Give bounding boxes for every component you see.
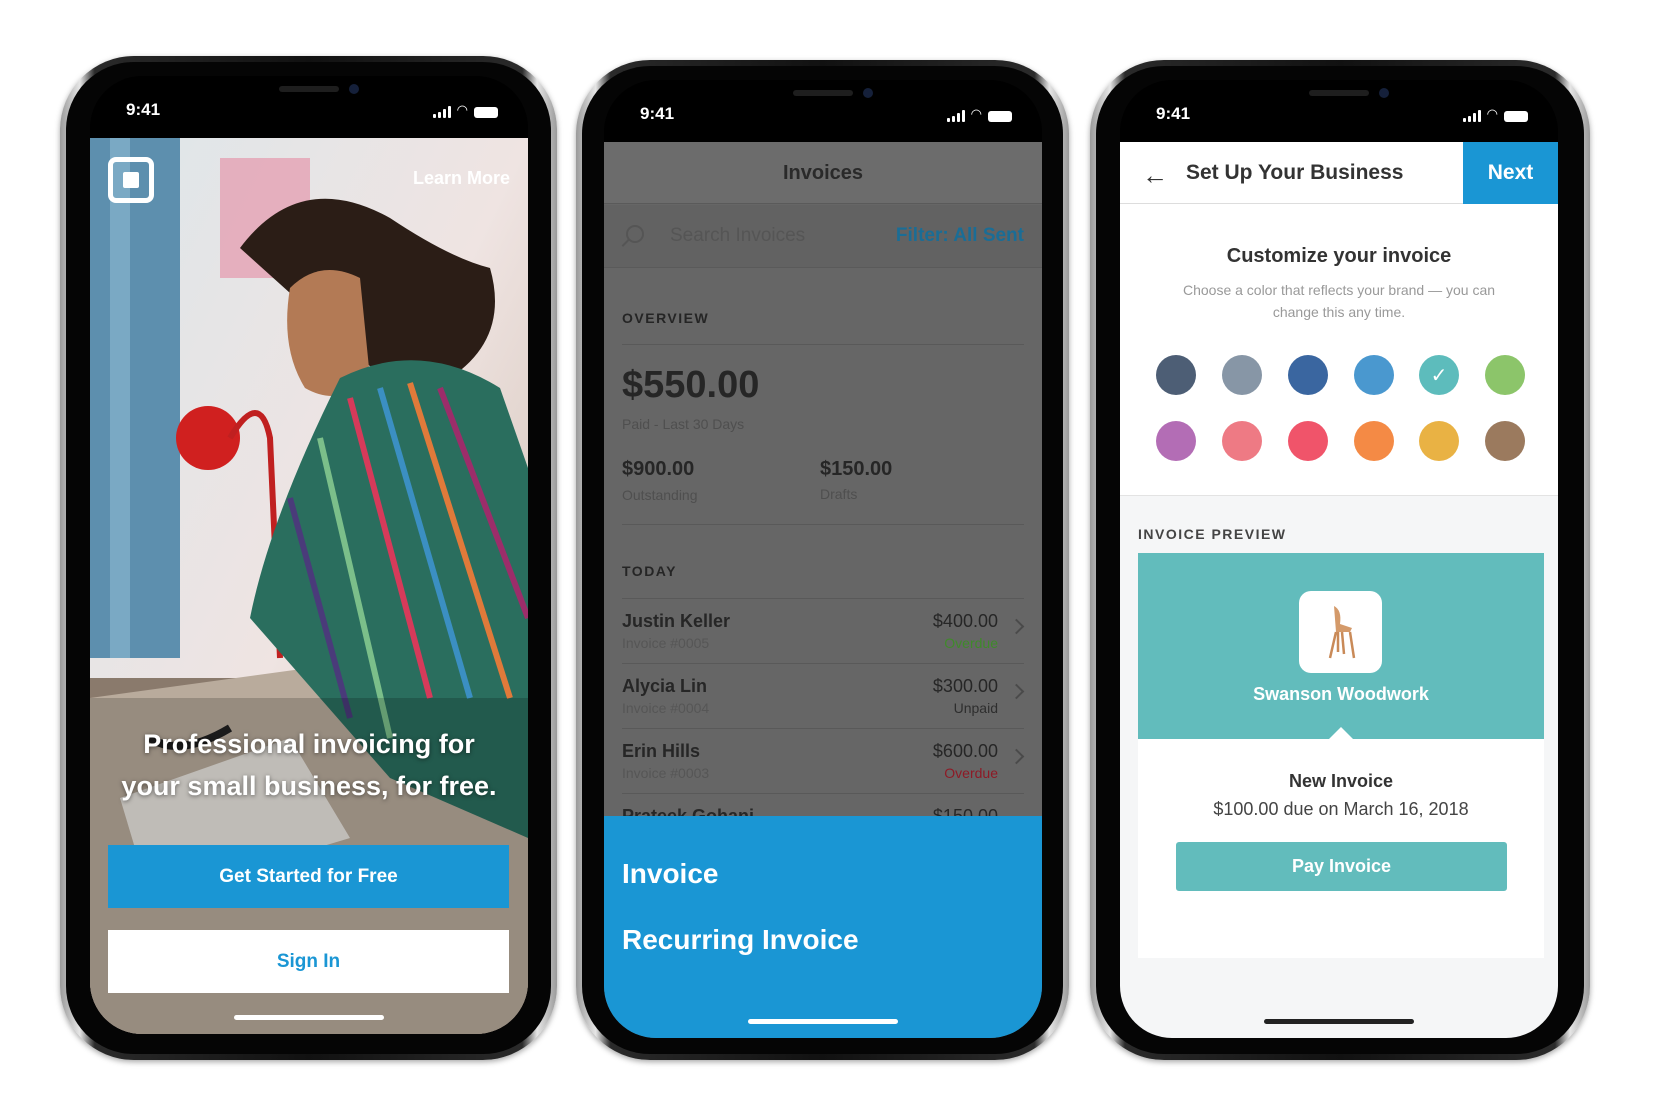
phone-screen-invoices: 9:41 ◠ Invoices Search Invoices Filter: … <box>604 80 1042 1038</box>
sign-in-button[interactable]: Sign In <box>108 930 509 993</box>
status-time: 9:41 <box>640 104 675 123</box>
phone-screen-setup: 9:41 ◠ ← Set Up Your Business Next Custo… <box>1120 80 1558 1038</box>
invoice-option[interactable]: Invoice <box>622 858 718 890</box>
status-icons: ◠ <box>432 102 498 118</box>
customer-name: Alycia Lin <box>622 676 708 696</box>
square-logo <box>108 157 154 203</box>
page-title: Invoices <box>604 142 1042 204</box>
phone-screen-welcome: 9:41 ◠ Learn More Professional invoicing… <box>90 76 528 1034</box>
color-swatch[interactable] <box>1354 355 1394 395</box>
drafts-label: Drafts <box>820 486 858 502</box>
chair-icon <box>1328 606 1355 659</box>
invoice-number: Invoice #0003 <box>622 765 710 781</box>
color-swatch[interactable] <box>1354 421 1394 461</box>
color-swatch[interactable] <box>1485 421 1525 461</box>
back-arrow-icon[interactable]: ← <box>1142 160 1168 191</box>
wifi-icon: ◠ <box>970 106 982 121</box>
color-swatch[interactable] <box>1156 421 1196 461</box>
signal-icon <box>432 106 451 118</box>
invoice-number: Invoice #0004 <box>622 700 710 716</box>
invoice-preview-card: Swanson Woodwork New Invoice $100.00 due… <box>1138 553 1544 958</box>
today-label: TODAY <box>622 563 677 579</box>
hero-headline: Professional invoicing for your small bus… <box>90 723 528 807</box>
color-swatch[interactable] <box>1419 421 1459 461</box>
wifi-icon: ◠ <box>456 102 468 117</box>
invoice-row[interactable]: Erin Hills Invoice #0003 $600.00 Overdue <box>622 729 1025 794</box>
notch <box>1229 80 1449 114</box>
signal-icon <box>946 110 965 122</box>
invoice-status: Overdue <box>944 765 998 781</box>
invoice-number: Invoice #0005 <box>622 635 710 651</box>
checkmark-icon: ✓ <box>1430 364 1448 387</box>
invoice-preview-label: INVOICE PREVIEW <box>1138 526 1287 542</box>
hero-line-2: your small business, for free. <box>121 771 497 801</box>
battery-icon <box>988 111 1012 122</box>
pay-invoice-button[interactable]: Pay Invoice <box>1176 842 1507 891</box>
color-swatch[interactable]: ✓ <box>1419 355 1459 395</box>
next-button[interactable]: Next <box>1463 142 1558 204</box>
get-started-button[interactable]: Get Started for Free <box>108 845 509 908</box>
overview-label: OVERVIEW <box>622 310 710 326</box>
paid-label: Paid - Last 30 Days <box>622 416 745 432</box>
invoice-amount: $400.00 <box>932 611 998 631</box>
invoice-row[interactable]: Justin Keller Invoice #0005 $400.00 Overdue <box>622 599 1025 664</box>
color-swatch[interactable] <box>1156 355 1196 395</box>
nav-header: ← Set Up Your Business Next <box>1120 142 1558 204</box>
status-time: 9:41 <box>126 100 161 119</box>
chevron-right-icon <box>1008 683 1025 700</box>
invoice-row[interactable]: Alycia Lin Invoice #0004 $300.00 Unpaid <box>622 664 1025 729</box>
invoice-status: Overdue <box>944 635 998 651</box>
chevron-right-icon <box>1008 748 1025 765</box>
search-icon <box>626 225 644 243</box>
battery-icon <box>474 107 498 118</box>
drafts-amount: $150.00 <box>820 458 893 480</box>
customer-name: Erin Hills <box>622 741 701 761</box>
chevron-right-icon <box>1008 618 1025 635</box>
invoice-amount: $600.00 <box>932 741 998 761</box>
signal-icon <box>1462 110 1481 122</box>
customize-subtitle: Choose a color that reflects your brand … <box>1182 282 1496 320</box>
outstanding-amount: $900.00 <box>622 458 695 480</box>
color-swatch[interactable] <box>1222 355 1262 395</box>
home-indicator[interactable] <box>1264 1019 1414 1024</box>
business-logo <box>1299 591 1382 673</box>
hero-line-1: Professional invoicing for <box>143 729 475 759</box>
search-input[interactable]: Search Invoices <box>670 225 805 247</box>
invoice-amount: $300.00 <box>932 676 998 696</box>
business-name: Swanson Woodwork <box>1253 684 1429 704</box>
status-icons: ◠ <box>946 106 1012 122</box>
invoice-title: New Invoice <box>1288 771 1394 791</box>
outstanding-label: Outstanding <box>622 487 698 503</box>
filter-button[interactable]: Filter: All Sent <box>896 225 1024 247</box>
color-swatch[interactable] <box>1222 421 1262 461</box>
torn-edge <box>1138 948 1544 956</box>
customer-name: Justin Keller <box>622 611 731 631</box>
learn-more-link[interactable]: Learn More <box>413 168 510 189</box>
status-icons: ◠ <box>1462 106 1528 122</box>
recurring-invoice-option[interactable]: Recurring Invoice <box>622 924 859 956</box>
customize-heading: Customize your invoice <box>1226 245 1452 267</box>
color-swatch[interactable] <box>1288 421 1328 461</box>
home-indicator[interactable] <box>748 1019 898 1024</box>
color-swatch[interactable] <box>1485 355 1525 395</box>
invoice-status: Unpaid <box>953 700 998 716</box>
home-indicator[interactable] <box>234 1015 384 1020</box>
notch <box>199 76 419 110</box>
search-bar[interactable]: Search Invoices Filter: All Sent <box>604 205 1042 268</box>
invoice-due: $100.00 due on March 16, 2018 <box>1213 799 1469 819</box>
page-title: Set Up Your Business <box>1186 161 1404 184</box>
notch <box>713 80 933 114</box>
new-invoice-action-sheet: Invoice Recurring Invoice <box>604 816 1042 1038</box>
battery-icon <box>1504 111 1528 122</box>
color-swatch[interactable] <box>1288 355 1328 395</box>
wifi-icon: ◠ <box>1486 106 1498 121</box>
paid-amount: $550.00 <box>622 364 760 406</box>
status-time: 9:41 <box>1156 104 1191 123</box>
